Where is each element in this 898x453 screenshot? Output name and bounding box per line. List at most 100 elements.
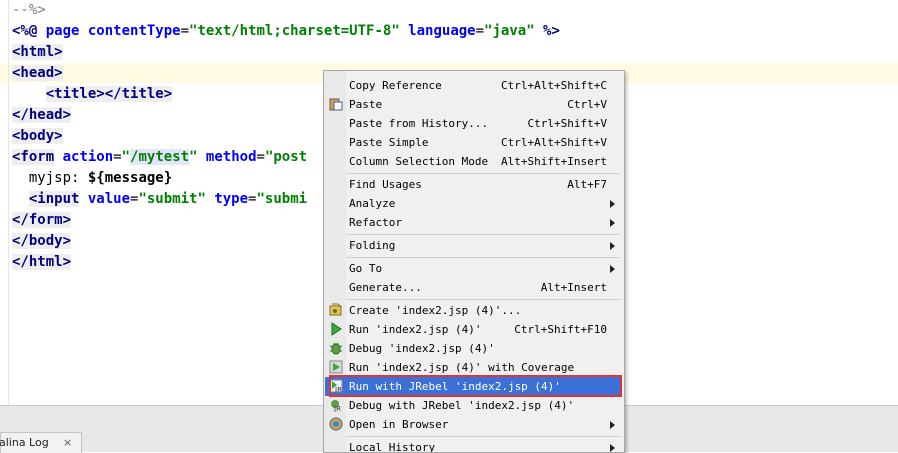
jsp-directive-open: <%@	[12, 23, 46, 39]
code-line: </html>	[12, 252, 72, 272]
html-tag: </html>	[12, 254, 72, 270]
attr-value: "post	[264, 149, 308, 165]
menu-item-go-to[interactable]: Go To	[325, 259, 621, 278]
menu-item-open-in-browser[interactable]: Open in Browser	[325, 415, 621, 434]
menu-item-label: Debug with JRebel 'index2.jsp (4)'	[349, 399, 575, 412]
el-expression: ${message}	[87, 170, 173, 186]
menu-item-column-selection-mode[interactable]: Column Selection Mode Alt+Shift+Insert	[325, 152, 621, 171]
menu-item-label: Open in Browser	[349, 418, 449, 431]
menu-item-paste-simple[interactable]: Paste Simple Ctrl+Alt+Shift+V	[325, 133, 621, 152]
menu-item-paste[interactable]: Paste Ctrl+V	[325, 95, 621, 114]
menu-item-shortcut: Ctrl+Alt+Shift+V	[501, 136, 607, 149]
menu-item-label: Debug 'index2.jsp (4)'	[349, 342, 495, 355]
menu-item-find-usages[interactable]: Find Usages Alt+F7	[325, 175, 621, 194]
menu-item-refactor[interactable]: Refactor	[325, 213, 621, 232]
menu-item-paste-from-history[interactable]: Paste from History... Ctrl+Shift+V	[325, 114, 621, 133]
attr-value: "text/html;charset=UTF-8"	[189, 23, 400, 39]
menu-item-copy-reference[interactable]: Copy Reference Ctrl+Alt+Shift+C	[325, 76, 621, 95]
menu-item-debug-with-jrebel[interactable]: JR Debug with JRebel 'index2.jsp (4)'	[325, 396, 621, 415]
highlight-box	[329, 375, 622, 397]
code-line: <html>	[12, 42, 63, 62]
create-config-icon	[329, 303, 342, 316]
browser-icon	[329, 417, 343, 431]
code-line: </body>	[12, 231, 72, 251]
code-line: <title></title>	[12, 84, 173, 104]
html-tag: <body>	[12, 128, 63, 144]
run-icon	[331, 322, 342, 336]
menu-item-debug[interactable]: Debug 'index2.jsp (4)'	[325, 339, 621, 358]
html-tag: </title>	[104, 86, 173, 102]
menu-item-label: Paste from History...	[349, 117, 489, 130]
equals: =	[256, 149, 265, 165]
paste-icon	[329, 98, 343, 111]
menu-item-folding[interactable]: Folding	[325, 236, 621, 255]
html-tag: </head>	[12, 107, 72, 123]
menu-item-run[interactable]: Run 'index2.jsp (4)' Ctrl+Shift+F10	[325, 320, 621, 339]
menu-item-label: Run 'index2.jsp (4)'	[349, 323, 482, 336]
menu-item-shortcut: Ctrl+Alt+Shift+C	[501, 79, 607, 92]
attr-name: contentType	[87, 23, 181, 39]
jsp-directive-close: %>	[534, 23, 560, 39]
menu-item-label: Refactor	[349, 216, 402, 229]
submenu-arrow-icon	[610, 242, 615, 250]
svg-text:JR: JR	[333, 405, 341, 412]
menu-separator	[346, 234, 620, 235]
attr-name: language	[399, 23, 476, 39]
menu-item-label: Paste	[349, 98, 383, 111]
submenu-arrow-icon	[610, 265, 615, 273]
menu-separator	[346, 173, 620, 174]
attr-value: "submi	[256, 191, 308, 207]
menu-separator	[346, 299, 620, 300]
code-line: --%>	[12, 0, 46, 20]
attr-value: "submit"	[138, 191, 206, 207]
menu-item-label: Find Usages	[349, 178, 422, 191]
html-tag: <input	[28, 191, 80, 207]
html-tag: </form>	[12, 212, 72, 228]
tab-label: alina Log	[0, 436, 49, 449]
menu-separator	[346, 436, 620, 437]
submenu-arrow-icon	[610, 200, 615, 208]
jrebel-debug-icon: JR	[331, 400, 341, 412]
attr-name: method	[197, 149, 257, 165]
coverage-icon	[329, 360, 343, 374]
menu-item-shortcut: Alt+Shift+Insert	[501, 155, 607, 168]
equals: =	[113, 149, 122, 165]
submenu-arrow-icon	[610, 421, 615, 429]
html-tag: <head>	[12, 65, 63, 81]
html-tag: </body>	[12, 233, 72, 249]
code-line: <form action="/mytest" method="post	[12, 147, 307, 167]
close-icon[interactable]: ×	[63, 433, 72, 453]
html-tag: <html>	[12, 44, 63, 60]
menu-separator	[346, 257, 620, 258]
attr-value: /mytest	[130, 149, 190, 165]
html-tag: <title>	[45, 86, 105, 102]
menu-item-analyze[interactable]: Analyze	[325, 194, 621, 213]
comment-close: --%>	[12, 2, 46, 18]
menu-item-create-config[interactable]: Create 'index2.jsp (4)'...	[325, 301, 621, 320]
tab-catalina-log[interactable]: alina Log ×	[0, 432, 82, 453]
menu-item-shortcut: Alt+F7	[567, 178, 607, 191]
menu-item-shortcut: Ctrl+V	[567, 98, 607, 111]
code-line: myjsp: ${message}	[12, 168, 172, 188]
menu-item-label: Copy Reference	[349, 79, 442, 92]
attr-name: action	[54, 149, 114, 165]
menu-item-label: Folding	[349, 239, 396, 252]
quote: "	[121, 149, 131, 165]
menu-item-label: Analyze	[349, 197, 396, 210]
code-line: <input value="submit" type="submi	[12, 189, 307, 209]
context-menu: Copy Reference Ctrl+Alt+Shift+C Paste Ct…	[323, 70, 625, 453]
equals: =	[475, 23, 485, 39]
menu-item-shortcut: Ctrl+Shift+F10	[514, 323, 607, 336]
menu-item-label: Paste Simple	[349, 136, 429, 149]
equals: =	[180, 23, 190, 39]
directive-keyword: page	[45, 23, 88, 39]
html-tag: <form	[12, 149, 55, 165]
code-line: </head>	[12, 105, 72, 125]
plain-text: myjsp:	[28, 170, 88, 186]
menu-item-generate[interactable]: Generate... Alt+Insert	[325, 278, 621, 297]
code-line: </form>	[12, 210, 72, 230]
menu-item-label: Column Selection Mode	[349, 155, 489, 168]
